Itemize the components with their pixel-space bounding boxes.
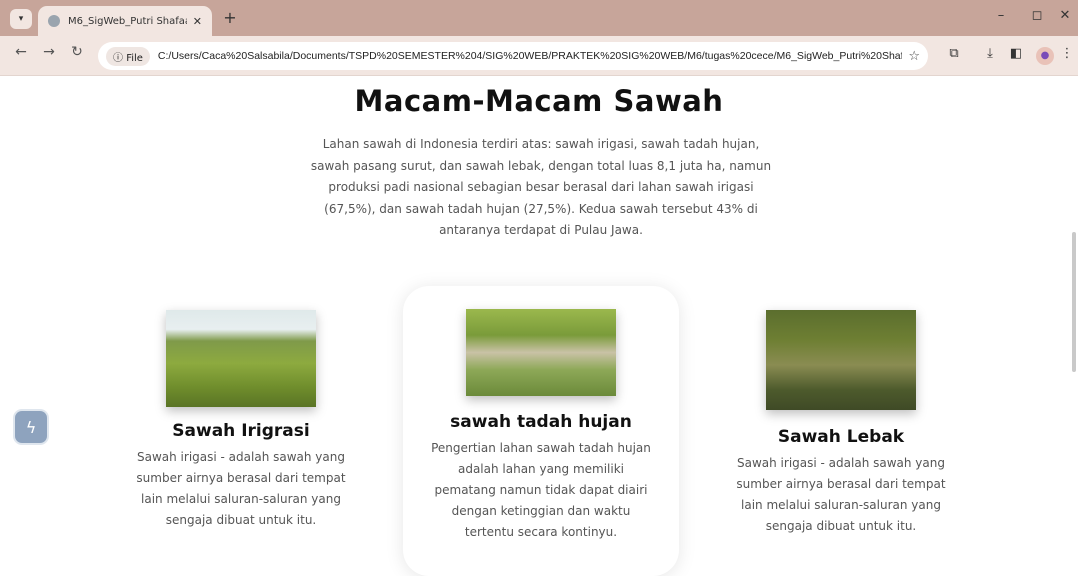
page-title: Macam-Macam Sawah [354, 84, 724, 118]
bolt-icon: ϟ [25, 417, 37, 437]
sidebar-icon[interactable]: ◧ [1006, 46, 1026, 61]
tab-search-button[interactable]: ▾ [10, 9, 32, 29]
floating-tool-button[interactable]: ϟ [15, 411, 47, 443]
address-bar[interactable]: ⓘ File C:/Users/Caca%20Salsabila/Documen… [98, 42, 928, 70]
more-icon[interactable]: ⋮ [1060, 46, 1074, 61]
card-title: Sawah Irigrasi [172, 421, 310, 441]
card-title: sawah tadah hujan [450, 412, 632, 432]
chevron-down-icon: ▾ [18, 14, 24, 24]
forward-icon[interactable]: → [38, 44, 60, 60]
card-text: Sawah irigasi - adalah sawah yang sumber… [736, 456, 946, 533]
profile-icon[interactable]: ● [1036, 47, 1054, 65]
minimize-icon[interactable]: – [988, 8, 1014, 23]
card-sawah-tadah-hujan: sawah tadah hujan Pengertian lahan sawah… [403, 286, 679, 576]
extensions-icon[interactable]: ⧉ [944, 46, 964, 61]
browser-toolbar: ← → ↻ ⓘ File C:/Users/Caca%20Salsabila/D… [0, 36, 1078, 76]
intro-paragraph: Lahan sawah di Indonesia terdiri atas: s… [310, 137, 772, 237]
reload-icon[interactable]: ↻ [66, 44, 88, 60]
browser-tab[interactable]: M6_SigWeb_Putri Shafaa.html ✕ [38, 6, 212, 36]
card-text: Sawah irigasi - adalah sawah yang sumber… [136, 450, 346, 527]
back-icon[interactable]: ← [10, 44, 32, 60]
download-icon[interactable]: ⤓ [980, 46, 1000, 61]
scrollbar[interactable] [1072, 232, 1076, 372]
url-text: C:/Users/Caca%20Salsabila/Documents/TSPD… [157, 50, 903, 62]
card-sawah-irigasi: Sawah Irigrasi Sawah irigasi - adalah sa… [126, 310, 356, 531]
card-title: Sawah Lebak [777, 427, 905, 447]
tab-title: M6_SigWeb_Putri Shafaa.html [68, 15, 187, 27]
tab-strip: ▾ M6_SigWeb_Putri Shafaa.html ✕ + – ◻ ✕ [0, 0, 1078, 36]
card-image [766, 310, 916, 410]
restore-icon[interactable]: ◻ [1024, 8, 1050, 23]
card-text: Pengertian lahan sawah tadah hujan adala… [431, 441, 651, 539]
card-image [166, 310, 316, 407]
favicon-icon [48, 15, 60, 27]
close-icon[interactable]: ✕ [193, 15, 202, 28]
card-sawah-lebak: Sawah Lebak Sawah irigasi - adalah sawah… [726, 310, 956, 537]
card-image [466, 309, 616, 396]
info-icon: ⓘ [113, 52, 123, 64]
plus-icon[interactable]: + [220, 9, 240, 29]
star-icon[interactable]: ☆ [908, 49, 920, 64]
site-info-chip[interactable]: ⓘ File [106, 46, 150, 66]
close-window-icon[interactable]: ✕ [1052, 8, 1078, 23]
